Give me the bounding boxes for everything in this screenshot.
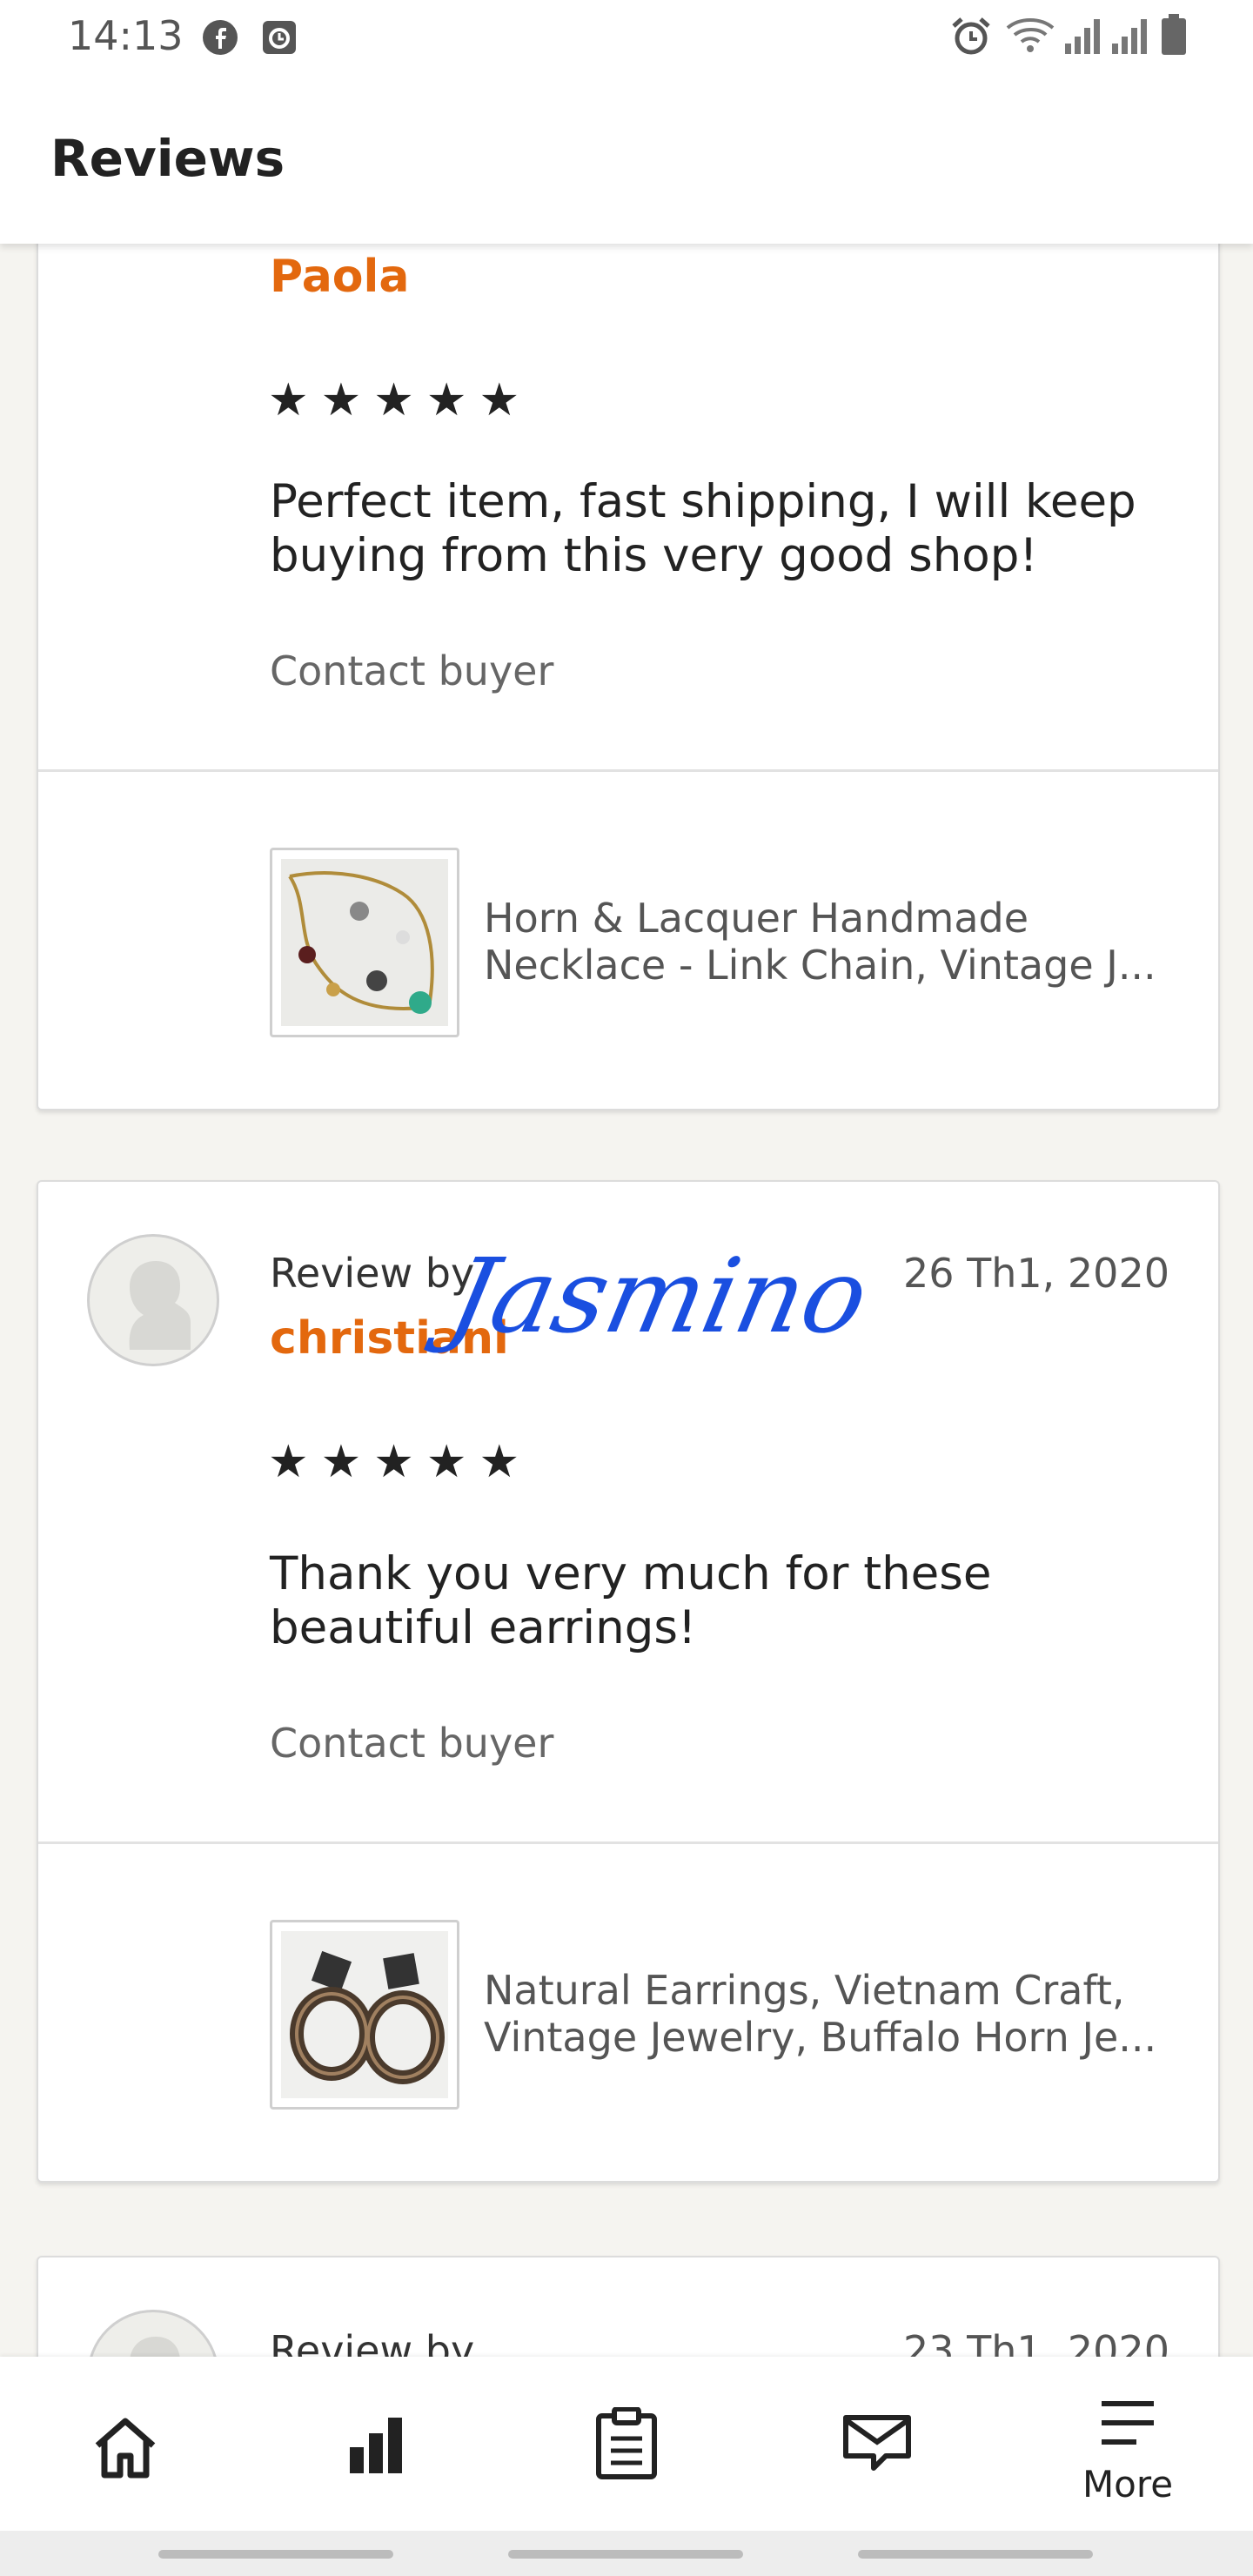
necklace-image [281,859,448,1026]
signal-icon [1065,19,1100,54]
nav-messages[interactable] [752,2357,1002,2531]
item-title-line: Vintage Jewelry, Buffalo Horn Je... [484,2014,1157,2061]
nav-orders[interactable] [501,2357,752,2531]
signal-icon [1112,19,1147,54]
wifi-icon [1006,18,1055,52]
home-icon [95,2418,156,2479]
item-thumbnail[interactable] [270,1920,459,2110]
alarm-icon [952,17,990,55]
divider [38,1841,1218,1844]
earrings-picture [281,1931,448,2098]
item-title-line: Natural Earrings, Vietnam Craft, [484,1967,1125,2014]
review-card: Paola ★★★★★ Perfect item, fast shipping,… [37,104,1220,1110]
handwritten-signature: Jasmino [439,1236,879,1356]
contact-buyer-link[interactable]: Contact buyer [270,647,553,694]
nav-more-label: More [1082,2463,1174,2506]
contact-buyer-link[interactable]: Contact buyer [270,1720,553,1767]
review-date: 26 Th1, 2020 [903,1250,1169,1297]
review-text: Perfect item, fast shipping, I will keep… [270,475,1136,582]
facebook-icon [203,20,238,55]
avatar[interactable] [87,1234,219,1366]
status-time: 14:13 [68,12,184,59]
star-rating: ★★★★★ [268,375,533,426]
page-title: Reviews [50,129,285,188]
system-nav-home[interactable] [508,2550,743,2559]
item-title[interactable]: Horn & Lacquer Handmade Necklace - Link … [484,895,1206,989]
app-bar: Reviews [0,75,1253,244]
review-text: Thank you very much for these beautiful … [270,1547,992,1654]
item-thumbnail[interactable] [270,848,459,1037]
star-rating: ★★★★★ [268,1437,533,1487]
user-silhouette-icon [129,1261,191,1350]
battery-icon [1162,14,1186,55]
stats-icon [350,2418,402,2473]
item-title-line: Necklace - Link Chain, Vintage J... [484,942,1156,989]
bottom-navigation: More [0,2357,1253,2531]
system-navigation-bar [0,2531,1253,2576]
system-nav-recents[interactable] [158,2550,393,2559]
clock-app-icon [263,21,296,54]
menu-icon [1102,2401,1154,2445]
orders-icon [596,2407,657,2479]
nav-more[interactable]: More [1002,2357,1253,2531]
status-bar: 14:13 [0,0,1253,75]
necklace-picture [281,859,448,1026]
messages-icon [843,2415,911,2471]
item-title[interactable]: Natural Earrings, Vietnam Craft, Vintage… [484,1967,1206,2061]
item-title-line: Horn & Lacquer Handmade [484,895,1029,942]
divider [38,769,1218,772]
earrings-image [281,1931,448,2098]
review-by-label: Review by [270,1250,475,1297]
reviews-list[interactable]: Paola ★★★★★ Perfect item, fast shipping,… [0,0,1253,2576]
nav-home[interactable] [0,2357,251,2531]
nav-stats[interactable] [251,2357,501,2531]
reviewer-name[interactable]: Paola [270,251,409,303]
system-nav-back[interactable] [858,2550,1093,2559]
